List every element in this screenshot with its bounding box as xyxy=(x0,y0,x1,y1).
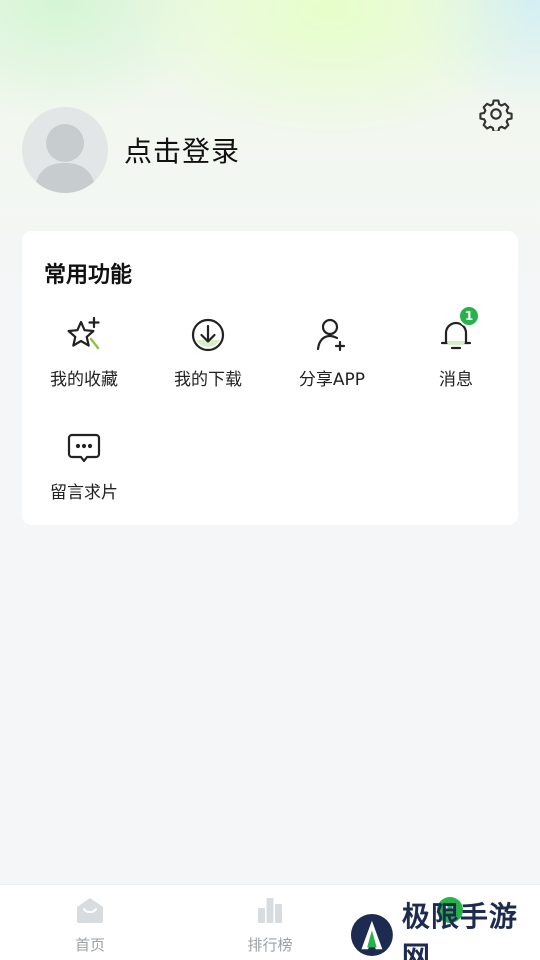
watermark-text: 极限手游网 xyxy=(401,900,518,960)
default-avatar-icon xyxy=(34,124,96,193)
avatar[interactable] xyxy=(22,107,108,193)
watermark: 极限手游网 xyxy=(350,900,540,960)
messages-button[interactable]: 1 消息 xyxy=(394,305,518,403)
downloads-label: 我的下载 xyxy=(174,370,242,390)
ranking-icon xyxy=(255,895,285,925)
request-movie-button[interactable]: 留言求片 xyxy=(22,426,146,516)
favorites-label: 我的收藏 xyxy=(50,370,118,390)
chat-bubble-icon xyxy=(62,426,106,470)
share-app-label: 分享APP xyxy=(298,370,366,390)
gear-icon xyxy=(479,99,513,131)
settings-button[interactable] xyxy=(476,94,516,134)
star-icon xyxy=(62,313,106,357)
watermark-logo-icon xyxy=(350,914,393,956)
unread-badge: 1 xyxy=(458,305,480,327)
common-functions-card: 常用功能 我的收藏 我的下载 分享APP 1 消息 留言求片 xyxy=(22,231,518,525)
home-icon xyxy=(75,895,105,925)
login-link[interactable]: 点击登录 xyxy=(124,130,240,170)
tab-ranking[interactable]: 排行榜 xyxy=(180,885,360,960)
download-icon xyxy=(186,313,230,357)
messages-label: 消息 xyxy=(439,370,473,390)
favorites-button[interactable]: 我的收藏 xyxy=(22,313,146,403)
section-title: 常用功能 xyxy=(44,263,133,288)
add-user-icon xyxy=(310,313,354,357)
tab-home-label: 首页 xyxy=(74,936,105,954)
downloads-button[interactable]: 我的下载 xyxy=(146,313,270,403)
request-movie-label: 留言求片 xyxy=(50,483,118,503)
bell-icon: 1 xyxy=(434,305,480,357)
share-app-button[interactable]: 分享APP xyxy=(270,313,394,403)
tab-home[interactable]: 首页 xyxy=(0,885,180,960)
tab-ranking-label: 排行榜 xyxy=(247,936,293,954)
